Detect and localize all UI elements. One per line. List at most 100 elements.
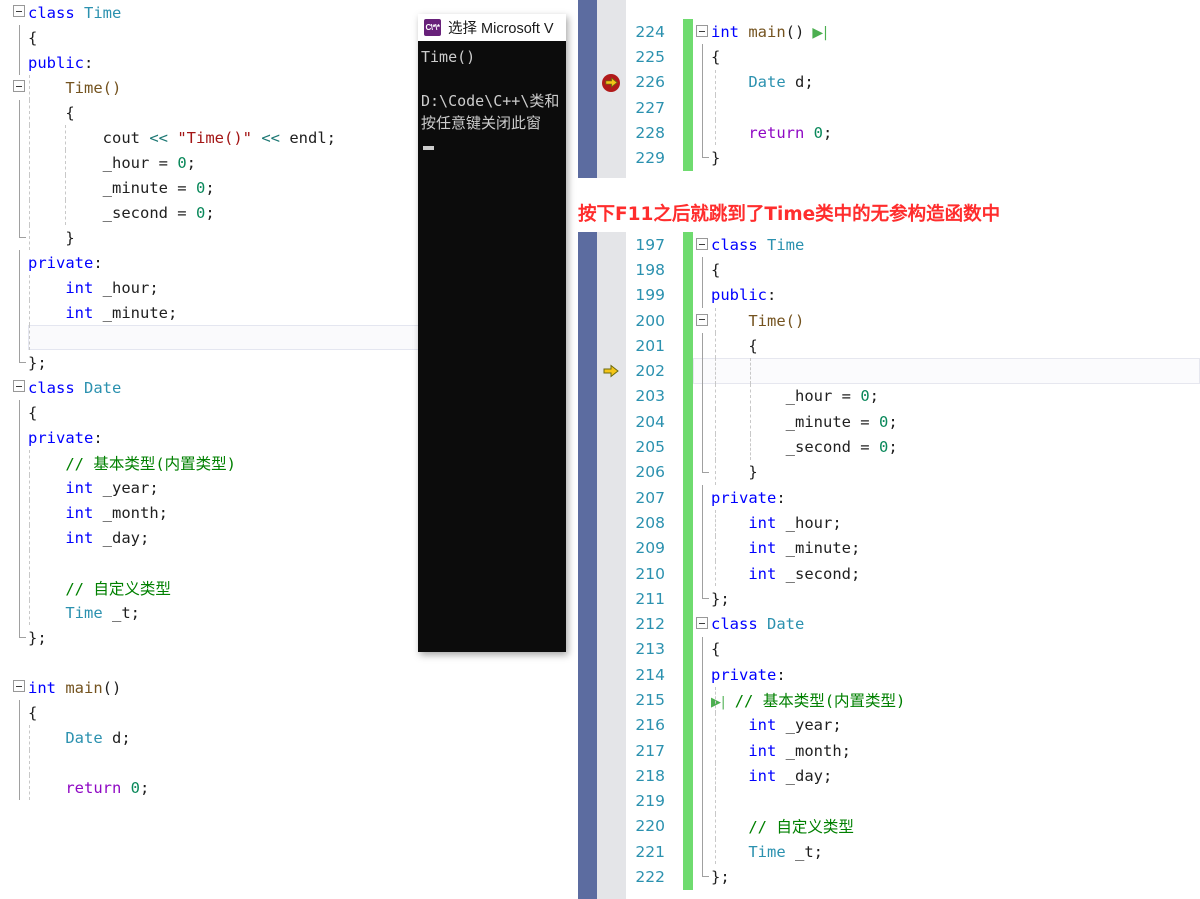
code-line[interactable]: public: — [0, 50, 430, 75]
code-line[interactable]: 218 int _day; — [578, 763, 1200, 789]
collapse-minus-icon[interactable] — [696, 617, 708, 630]
outline-gutter[interactable] — [0, 400, 28, 425]
run-to-click-icon[interactable]: ▶| — [804, 25, 827, 41]
code-line[interactable]: 219 — [578, 788, 1200, 814]
code-area[interactable]: int main() ▶| — [693, 19, 1200, 44]
code-line[interactable]: 214 private: — [578, 662, 1200, 688]
code-area[interactable]: ▶| // 基本类型(内置类型) — [693, 687, 1200, 713]
code-line[interactable]: _second = 0; — [0, 200, 430, 225]
code-line[interactable]: 226 Date d; — [578, 69, 1200, 95]
code-line[interactable]: 204 _minute = 0; — [578, 409, 1200, 435]
code-line[interactable]: 225 { — [578, 44, 1200, 70]
code-area[interactable] — [693, 788, 1200, 814]
current-statement-arrow-icon[interactable] — [603, 363, 619, 379]
code-line[interactable]: class Time — [0, 0, 430, 25]
code-line[interactable]: Date d; — [0, 725, 430, 750]
breakpoint-margin[interactable] — [578, 358, 626, 383]
code-line[interactable]: // 基本类型(内置类型) — [0, 450, 430, 475]
outline-gutter[interactable] — [0, 500, 28, 525]
code-area[interactable]: { — [693, 333, 1200, 359]
code-area[interactable]: { — [693, 44, 1200, 70]
code-line[interactable]: return 0; — [0, 775, 430, 800]
code-area[interactable]: }; — [693, 864, 1200, 889]
code-line[interactable]: 199 public: — [578, 282, 1200, 308]
breakpoint-margin[interactable] — [578, 145, 626, 170]
code-area[interactable]: { — [693, 636, 1200, 663]
code-line[interactable]: int _hour; — [0, 275, 430, 300]
code-area[interactable]: int _year; — [693, 712, 1200, 738]
code-line[interactable]: { — [0, 700, 430, 725]
code-area[interactable]: // 自定义类型 — [693, 813, 1200, 840]
outline-gutter[interactable] — [0, 250, 28, 275]
breakpoint-margin[interactable] — [578, 70, 626, 95]
breakpoint-margin[interactable] — [578, 384, 626, 409]
outline-gutter[interactable] — [0, 300, 28, 325]
code-line[interactable]: int main() — [0, 675, 430, 700]
code-line[interactable]: class Date — [0, 375, 430, 400]
code-area[interactable]: cout << "Time()" << endl;已用时间 <= 1ms — [693, 358, 1200, 384]
code-area[interactable]: private: — [693, 484, 1200, 511]
breakpoint-margin[interactable] — [578, 789, 626, 814]
code-line[interactable]: _hour = 0; — [0, 150, 430, 175]
collapse-minus-icon[interactable] — [696, 25, 708, 37]
code-area[interactable]: int _month; — [693, 737, 1200, 764]
code-line[interactable]: 227 — [578, 94, 1200, 121]
code-line[interactable]: int _minute; — [0, 300, 430, 325]
code-line[interactable]: }; — [0, 625, 430, 650]
collapse-minus-icon[interactable] — [13, 5, 25, 17]
breakpoint-margin[interactable] — [578, 44, 626, 69]
code-line[interactable]: 228 return 0; — [578, 120, 1200, 146]
code-line[interactable]: 205 _second = 0; — [578, 434, 1200, 460]
code-area[interactable]: Time() — [693, 307, 1200, 334]
code-area[interactable]: } — [693, 145, 1200, 170]
code-line[interactable]: 206 } — [578, 459, 1200, 485]
bottom-right-code-editor[interactable]: 197 class Time 198{199 public: 200 Time() 201… — [578, 232, 1200, 899]
outline-gutter[interactable] — [0, 525, 28, 550]
code-area[interactable]: Date d; — [693, 69, 1200, 95]
outline-gutter[interactable] — [0, 550, 28, 575]
code-line[interactable]: 224 int main() ▶| — [578, 19, 1200, 45]
outline-gutter[interactable] — [0, 25, 28, 50]
code-line[interactable]: int _year; — [0, 475, 430, 500]
top-right-code-editor[interactable]: 223 224int main()▶|225{226 Date d;227228… — [578, 0, 1200, 178]
step-into-specific-icon[interactable]: ▶| — [711, 695, 725, 710]
code-area[interactable]: }; — [693, 586, 1200, 611]
breakpoint-margin[interactable] — [578, 283, 626, 308]
code-line[interactable]: 220 // 自定义类型 — [578, 813, 1200, 840]
breakpoint-margin[interactable] — [578, 434, 626, 459]
outline-gutter[interactable] — [0, 225, 28, 250]
code-line[interactable]: 207 private: — [578, 484, 1200, 511]
outline-gutter[interactable] — [0, 750, 28, 775]
code-line[interactable]: 212 class Date — [578, 611, 1200, 637]
console-title-bar[interactable]: C\*\* 选择 Microsoft V — [418, 14, 566, 41]
breakpoint-margin[interactable] — [578, 257, 626, 282]
code-area[interactable]: _second = 0; — [693, 434, 1200, 460]
code-line[interactable]: 215 ▶| // 基本类型(内置类型) — [578, 687, 1200, 713]
code-line[interactable]: { — [0, 25, 430, 50]
outline-gutter[interactable] — [0, 650, 28, 675]
code-line[interactable]: // 自定义类型 — [0, 575, 430, 600]
code-line[interactable]: int _month; — [0, 500, 430, 525]
collapse-minus-icon[interactable] — [13, 680, 25, 692]
code-area[interactable]: _minute = 0; — [693, 409, 1200, 435]
code-area[interactable]: Time _t; — [693, 839, 1200, 865]
code-line[interactable]: 213 { — [578, 636, 1200, 663]
code-line[interactable] — [0, 550, 430, 575]
collapse-minus-icon[interactable] — [696, 313, 708, 326]
code-line[interactable]: private: — [0, 425, 430, 450]
breakpoint-margin[interactable] — [578, 687, 626, 712]
code-line[interactable]: 198 { — [578, 257, 1200, 283]
breakpoint-margin[interactable] — [578, 561, 626, 586]
outline-gutter[interactable] — [0, 125, 28, 150]
breakpoint-margin[interactable] — [578, 95, 626, 120]
code-line[interactable]: 210 int _second; — [578, 560, 1200, 587]
code-line[interactable]: Time() — [0, 75, 430, 100]
breakpoint-margin[interactable] — [578, 232, 626, 257]
code-line[interactable]: int _second; — [0, 325, 430, 350]
outline-gutter[interactable] — [0, 150, 28, 175]
code-area[interactable]: class Date — [693, 611, 1200, 636]
code-line[interactable]: 211}; — [578, 586, 1200, 612]
outline-gutter[interactable] — [0, 625, 28, 650]
outline-gutter[interactable] — [0, 575, 28, 600]
breakpoint-margin[interactable] — [578, 460, 626, 485]
